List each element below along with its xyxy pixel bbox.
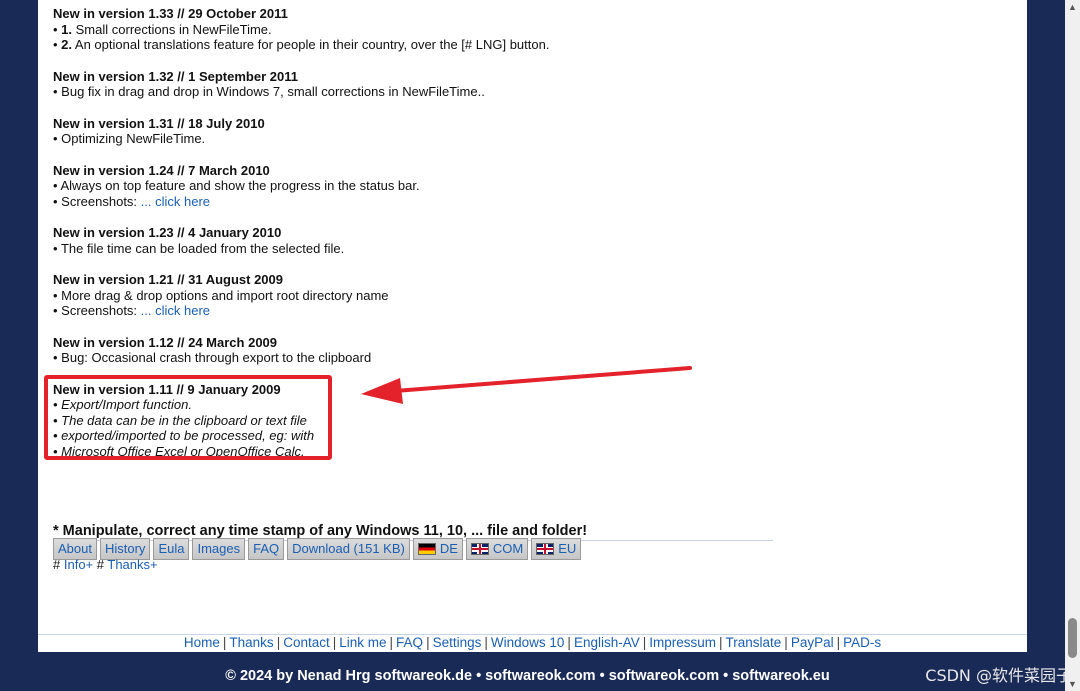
nav-button-com[interactable]: COM xyxy=(465,538,529,560)
footer-link-translate[interactable]: Translate xyxy=(726,635,782,650)
footer-link-thanks[interactable]: Thanks xyxy=(229,635,273,650)
version-entry: New in version 1.33 // 29 October 2011 • … xyxy=(53,6,793,53)
footer-separator: | xyxy=(276,635,281,650)
footer-link-pad-s[interactable]: PAD-s xyxy=(843,635,881,650)
change-item: • Screenshots: ... click here xyxy=(53,303,211,318)
footer-link-contact[interactable]: Contact xyxy=(283,635,330,650)
change-item: • More drag & drop options and import ro… xyxy=(53,287,389,303)
subnav-prefix: # xyxy=(96,557,104,572)
scroll-up-icon[interactable]: ▲ xyxy=(1067,2,1078,12)
subnav: # Info+ # Thanks+ xyxy=(53,557,158,572)
footer-link-windows-10[interactable]: Windows 10 xyxy=(491,635,565,650)
nav-button-label: FAQ xyxy=(253,541,280,556)
nav-button-label: About xyxy=(58,541,92,556)
nav-button-label: Images xyxy=(197,541,241,556)
version-entry: New in version 1.31 // 18 July 2010 • Opt… xyxy=(53,116,793,147)
nav-button-eu[interactable]: EU xyxy=(531,538,582,560)
footer-links: Home | Thanks | Contact | Link me | FAQ | Settings… xyxy=(0,635,1065,650)
version-heading: New in version 1.23 // 4 January 2010 xyxy=(53,225,282,240)
scrollbar-track[interactable] xyxy=(1065,0,1080,691)
change-number: 2. xyxy=(61,37,73,52)
change-text: More drag & drop options and import root… xyxy=(61,287,389,303)
subnav-prefix: # xyxy=(53,557,61,572)
tagline: * Manipulate, correct any time stamp of … xyxy=(53,523,588,539)
footer-link-english-av[interactable]: English-AV xyxy=(574,635,640,650)
change-item: • Always on top feature and show the pro… xyxy=(53,178,420,193)
footer-separator: | xyxy=(332,635,337,650)
footer-separator: | xyxy=(567,635,571,650)
change-item: • Optimizing NewFileTime. xyxy=(53,131,206,146)
footer-link-home[interactable]: Home xyxy=(184,635,220,650)
footer-link-paypal[interactable]: PayPal xyxy=(791,635,834,650)
nav-button-label: EU xyxy=(558,541,577,556)
german-flag-icon xyxy=(417,543,436,555)
footer-separator: | xyxy=(642,635,647,650)
copyright: © 2024 by Nenad Hrg softwareok.de • soft… xyxy=(225,668,830,684)
change-text: The file time can be loaded from the sel… xyxy=(60,240,345,256)
change-number: 1. xyxy=(61,21,73,37)
version-heading: New in version 1.33 // 29 October 2011 xyxy=(53,6,288,21)
footer-separator: | xyxy=(719,635,723,650)
scroll-down-icon[interactable]: ▼ xyxy=(1067,679,1078,689)
uk-flag-icon xyxy=(536,543,555,555)
footer-separator: | xyxy=(484,635,488,650)
change-item: • Bug fix in drag and drop in Windows 7,… xyxy=(53,84,485,99)
change-item: • The file time can be loaded from the s… xyxy=(53,240,345,256)
change-item: • 2. An optional translations feature fo… xyxy=(53,37,550,52)
uk-flag-icon xyxy=(470,543,489,555)
version-heading: New in version 1.24 // 7 March 2010 xyxy=(53,162,270,178)
watermark: CSDN @软件菜园子 xyxy=(925,666,1072,685)
footer-link-settings[interactable]: Settings xyxy=(433,635,482,650)
version-entry: New in version 1.32 // 1 September 2011 •… xyxy=(53,69,793,100)
version-heading: New in version 1.31 // 18 July 2010 xyxy=(53,115,265,131)
footer-separator: | xyxy=(389,635,394,650)
nav-button-label: COM xyxy=(492,541,524,556)
footer-link-faq[interactable]: FAQ xyxy=(396,635,423,650)
change-text: An optional translations feature for peo… xyxy=(74,37,550,52)
nav-button-images[interactable]: Images xyxy=(192,538,246,560)
scrollbar-thumb[interactable] xyxy=(1068,618,1077,658)
nav-button-faq[interactable]: FAQ xyxy=(248,538,285,560)
change-text: Screenshots: xyxy=(61,193,138,209)
nav-button-label: DE xyxy=(439,541,458,556)
change-text: Small corrections in NewFileTime. xyxy=(75,21,272,37)
version-entry: New in version 1.24 // 7 March 2010 • Alw… xyxy=(53,163,793,210)
version-heading: New in version 1.12 // 24 March 2009 xyxy=(53,334,278,350)
footer-separator: | xyxy=(784,635,788,650)
change-item: • 1. Small corrections in NewFileTime. xyxy=(53,21,272,37)
annotation-arrow xyxy=(361,366,692,404)
change-text: Always on top feature and show the progr… xyxy=(60,178,420,193)
version-heading: New in version 1.21 // 31 August 2009 xyxy=(53,272,284,287)
footer-separator: | xyxy=(222,635,227,650)
change-text: Bug fix in drag and drop in Windows 7, s… xyxy=(61,84,485,99)
change-item: • Screenshots: ... click here xyxy=(53,193,211,209)
change-text: Screenshots: xyxy=(61,303,138,318)
nav-button-de[interactable]: DE xyxy=(412,538,463,560)
nav-button-label: Eula xyxy=(158,541,185,556)
change-text: Optimizing NewFileTime. xyxy=(61,131,206,146)
version-entry: New in version 1.21 // 31 August 2009 • M… xyxy=(53,272,793,319)
thanks-plus-link[interactable]: Thanks+ xyxy=(107,557,157,572)
nav-button-download-151-kb[interactable]: Download (151 KB) xyxy=(287,538,410,560)
footer-separator: | xyxy=(426,635,430,650)
nav-button-label: Download (151 KB) xyxy=(292,541,405,556)
screenshots-link[interactable]: ... click here xyxy=(141,303,210,318)
footer-separator: | xyxy=(836,635,841,650)
nav-button-eula[interactable]: Eula xyxy=(153,538,190,560)
footer-link-impressum[interactable]: Impressum xyxy=(649,635,716,650)
version-heading: New in version 1.32 // 1 September 2011 xyxy=(53,68,298,84)
annotation-highlight-box xyxy=(44,375,332,460)
footer-link-link-me[interactable]: Link me xyxy=(339,635,386,650)
version-entry: New in version 1.23 // 4 January 2010 • T… xyxy=(53,225,793,256)
screenshots-link[interactable]: ... click here xyxy=(141,194,210,209)
info-plus-link[interactable]: Info+ xyxy=(64,557,93,572)
change-text: Bug: Occasional crash through export to … xyxy=(61,350,372,365)
nav-button-label: History xyxy=(104,541,146,556)
